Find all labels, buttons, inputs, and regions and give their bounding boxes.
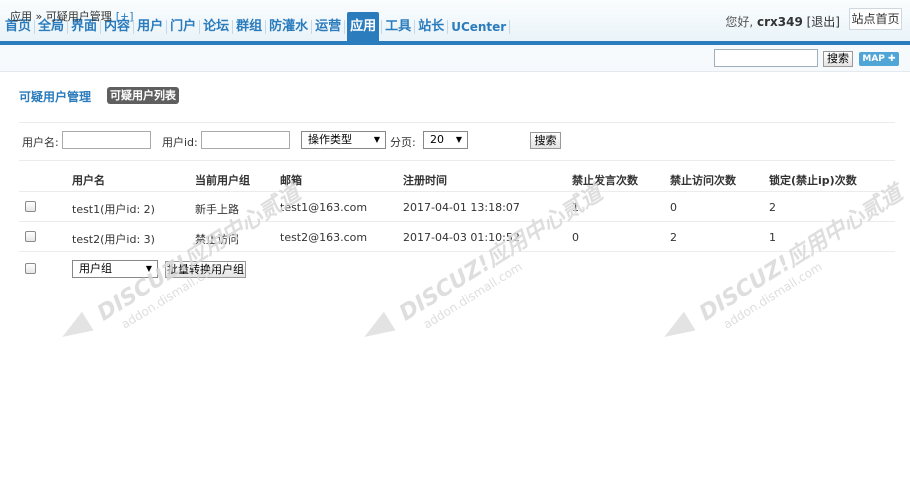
cell-regdate: 2017-04-01 13:18:07 [403,201,520,214]
cell-visit-ban-count: 0 [670,201,677,214]
nav-item-antispam[interactable]: 防灌水 [268,17,309,37]
uid-input[interactable] [201,131,290,149]
dropdown-arrow-icon: ▼ [455,135,462,144]
nav-separator [166,19,168,34]
cell-lock-count: 1 [769,231,776,244]
divider [19,221,895,222]
operation-type-value: 操作类型 [308,133,352,146]
breadcrumb: 应用 » 可疑用户管理 [+] [10,8,134,24]
menu-search-button[interactable]: 搜索 [823,51,853,67]
greeting-text: 您好, [725,15,754,29]
watermark-sub: addon.dismall.com [118,259,223,332]
nav-item-operations[interactable]: 运营 [314,17,342,37]
cell-email: test2@163.com [280,231,368,244]
page-title: 可疑用户管理 [19,90,92,104]
cell-lock-count: 2 [769,201,776,214]
nav-item-forum[interactable]: 论坛 [202,17,230,37]
select-all-checkbox[interactable] [25,263,36,274]
top-navbar: 首页 全局 界面 内容 用户 门户 论坛 群组 防灌水 运营 应用 工具 站长 … [0,0,910,41]
nav-item-webmaster[interactable]: 站长 [417,17,445,37]
username-label: 用户名: [22,136,59,149]
page-size-label: 分页: [390,136,416,149]
uid-label: 用户id: [162,136,198,149]
watermark-sub: addon.dismall.com [720,259,825,332]
tab-suspicious-user-list[interactable]: 可疑用户列表 [107,87,179,104]
nav-separator [381,19,383,34]
page-size-value: 20 [430,133,444,146]
menu-search-input[interactable] [714,49,818,67]
nav-separator [344,19,346,34]
col-header-username: 用户名 [72,174,105,187]
nav-separator [311,19,313,34]
breadcrumb-text: 应用 » 可疑用户管理 [10,10,112,23]
nav-item-apps[interactable]: 应用 [347,12,380,41]
dropdown-arrow-icon: ▼ [373,135,380,144]
site-home-button[interactable]: 站点首页 [849,8,902,30]
user-group-value: 用户组 [79,262,112,275]
nav-separator [447,19,449,34]
col-header-visit-ban-count: 禁止访问次数 [670,174,736,187]
nav-item-users[interactable]: 用户 [136,17,164,37]
watermark-brand: DISCUZ!应用中心 [695,204,870,327]
watermark-logo-icon [56,311,94,347]
nav-separator [232,19,234,34]
divider [19,251,895,252]
username-input[interactable] [62,131,151,149]
user-info: 您好, crx349 [退出] [725,13,840,30]
watermark: DISCUZ!应用中心贰道 addon.dismall.com [692,176,910,339]
cell-username: test2(用户id: 3) [72,233,155,246]
col-header-group: 当前用户组 [195,174,250,187]
divider [19,160,895,161]
divider [19,122,895,123]
page-size-select[interactable]: 20 ▼ [423,131,468,149]
nav-separator [414,19,416,34]
operation-type-select[interactable]: 操作类型 ▼ [301,131,386,149]
row-checkbox[interactable] [25,231,36,242]
nav-item-portal[interactable]: 门户 [169,17,197,37]
username: crx349 [756,15,803,29]
search-button[interactable]: 搜索 [530,132,561,149]
cell-username: test1(用户id: 2) [72,203,155,216]
col-header-lock-count: 锁定(禁止ip)次数 [769,174,857,187]
nav-item-groups[interactable]: 群组 [235,17,263,37]
row-checkbox[interactable] [25,201,36,212]
logout-link[interactable]: [退出] [807,15,840,29]
nav-separator [265,19,267,34]
add-shortcut-link[interactable]: [+] [116,10,134,23]
watermark-sub: addon.dismall.com [420,259,525,332]
nav-separator [199,19,201,34]
col-header-regdate: 注册时间 [403,174,447,187]
nav-item-tools[interactable]: 工具 [384,17,412,37]
nav-separator [509,19,511,34]
nav-item-ucenter[interactable]: UCenter [450,17,507,37]
watermark-logo-icon [658,311,696,347]
divider [19,191,895,192]
cell-visit-ban-count: 2 [670,231,677,244]
watermark-brand: DISCUZ!应用中心 [395,204,570,327]
watermark-logo-icon [358,311,396,347]
map-button[interactable]: MAP ✚ [859,52,899,66]
